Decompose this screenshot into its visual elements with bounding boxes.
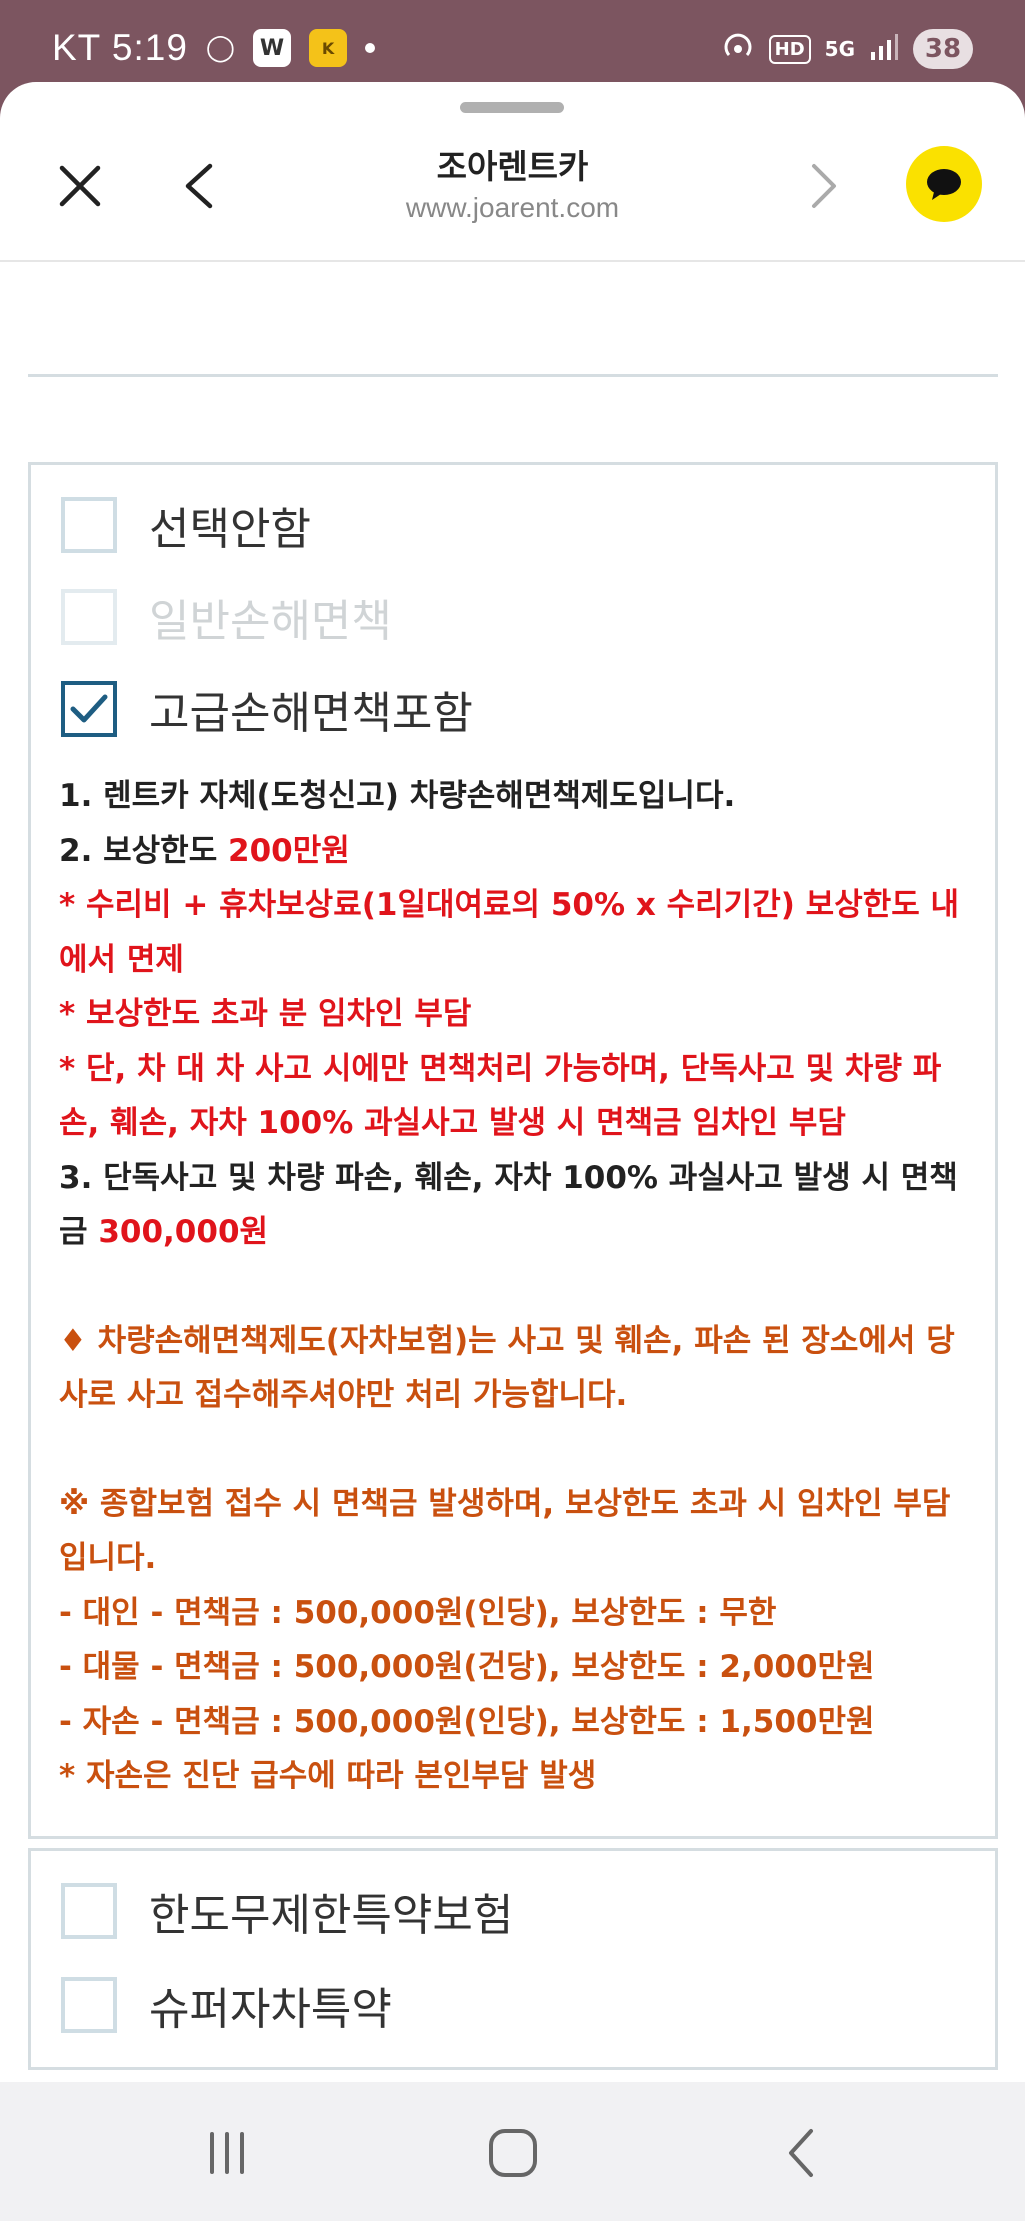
option-label: 한도무제한특약보험 — [149, 1890, 514, 1941]
home-icon — [489, 2129, 537, 2177]
battery-indicator: 38 — [913, 29, 973, 69]
checkbox[interactable] — [61, 1883, 117, 1939]
option-label: 선택안함 — [149, 504, 311, 555]
desc-line-4: * 보상한도 초과 분 임차인 부담 — [59, 996, 472, 1032]
desc-line-9: - 대인 - 면책금 : 500,000원(인당), 보상한도 : 무한 — [59, 1594, 777, 1631]
kakao-chat-button[interactable] — [906, 146, 982, 222]
desc-line-2-label: 2. 보상한도 — [59, 832, 229, 869]
app-w-icon: W — [253, 29, 292, 67]
recent-apps-icon — [210, 2132, 244, 2174]
desc-line-6: 3. 단독사고 및 차량 파손, 훼손, 자차 100% 과실사고 발생 시 면… — [59, 1151, 979, 1260]
desc-line-7: ♦ 차량손해면책제도(자차보험)는 사고 및 훼손, 파손 된 장소에서 당사로… — [59, 1322, 955, 1414]
desc-line-2-value: 200만원 — [228, 832, 350, 869]
drag-handle[interactable] — [460, 102, 564, 113]
option-label: 일반손해면책 — [149, 596, 392, 647]
signal-icon — [869, 32, 899, 66]
option-none[interactable]: 선택안함 — [61, 493, 311, 557]
notification-icon: ◯ — [205, 33, 236, 63]
back-icon — [789, 2129, 813, 2177]
chat-bubble-icon — [927, 169, 961, 200]
option-label: 고급손해면책포함 — [149, 688, 473, 739]
desc-line-2: 2. 보상한도 200만원 — [59, 824, 979, 879]
desc-line-5: * 단, 차 대 차 사고 시에만 면책처리 가능하며, 단독사고 및 차량 파… — [59, 1050, 942, 1142]
special-options-panel: 한도무제한특약보험 슈퍼자차특약 — [28, 1848, 998, 2070]
desc-line-10: - 대물 - 면책금 : 500,000원(건당), 보상한도 : 2,000만… — [59, 1649, 875, 1685]
checkmark-icon — [70, 694, 108, 723]
checkbox-checked[interactable] — [61, 681, 117, 737]
chevron-right-icon — [812, 164, 836, 208]
page-url: www.joarent.com — [405, 192, 620, 223]
checkbox[interactable] — [61, 497, 117, 553]
desc-line-11: - 자손 - 면책금 : 500,000원(인당), 보상한도 : 1,500만… — [59, 1703, 875, 1740]
checkbox-disabled — [61, 589, 117, 645]
checkbox[interactable] — [61, 1977, 117, 2033]
browser-header: 조아렌트카 www.joarent.com — [0, 122, 1025, 262]
network-icon: 5G — [824, 37, 855, 61]
option-label: 슈퍼자차특약 — [149, 1984, 392, 2035]
more-notifications-icon — [365, 43, 376, 53]
desc-line-3: * 수리비 + 휴차보상료(1일대여료의 50% x 수리기간) 보상한도 내에… — [59, 887, 960, 978]
option-general-damage-waiver: 일반손해면책 — [61, 585, 392, 649]
home-button[interactable] — [478, 2118, 548, 2188]
recent-apps-button[interactable] — [192, 2118, 262, 2188]
forward-button[interactable] — [804, 158, 844, 214]
option-unlimited-coverage[interactable]: 한도무제한특약보험 — [61, 1879, 513, 1943]
browser-sheet: 조아렌트카 www.joarent.com 선택안함 일반손해면책 고급손해면책… — [0, 82, 1025, 2082]
insurance-options-panel: 선택안함 일반손해면책 고급손해면책포함 1. 렌트카 자체(도청신고) 차량손… — [28, 462, 998, 1839]
system-nav-bar — [0, 2082, 1025, 2221]
desc-line-8: ※ 종합보험 접수 시 면책금 발생하며, 보상한도 초과 시 임차인 부담 입… — [59, 1485, 951, 1577]
option-premium-damage-waiver[interactable]: 고급손해면책포함 — [61, 677, 473, 741]
carrier-time: KT 5:19 — [52, 27, 188, 68]
hotspot-icon — [721, 29, 755, 70]
desc-line-1: 1. 렌트카 자체(도청신고) 차량손해면책제도입니다. — [59, 778, 736, 814]
hd-icon: HD — [768, 34, 811, 64]
page-title: 조아렌트카 — [436, 147, 589, 186]
app-kb-icon: K — [309, 29, 348, 67]
desc-line-6-value: 300,000원 — [98, 1214, 269, 1250]
system-back-button[interactable] — [766, 2118, 836, 2188]
option-super-cdw[interactable]: 슈퍼자차특약 — [61, 1973, 392, 2037]
section-divider — [28, 374, 998, 377]
option-description: 1. 렌트카 자체(도청신고) 차량손해면책제도입니다. 2. 보상한도 200… — [59, 769, 979, 1804]
desc-line-12: * 자손은 진단 급수에 따라 본인부담 발생 — [59, 1758, 597, 1794]
page-content[interactable]: 선택안함 일반손해면책 고급손해면책포함 1. 렌트카 자체(도청신고) 차량손… — [0, 262, 1025, 2082]
